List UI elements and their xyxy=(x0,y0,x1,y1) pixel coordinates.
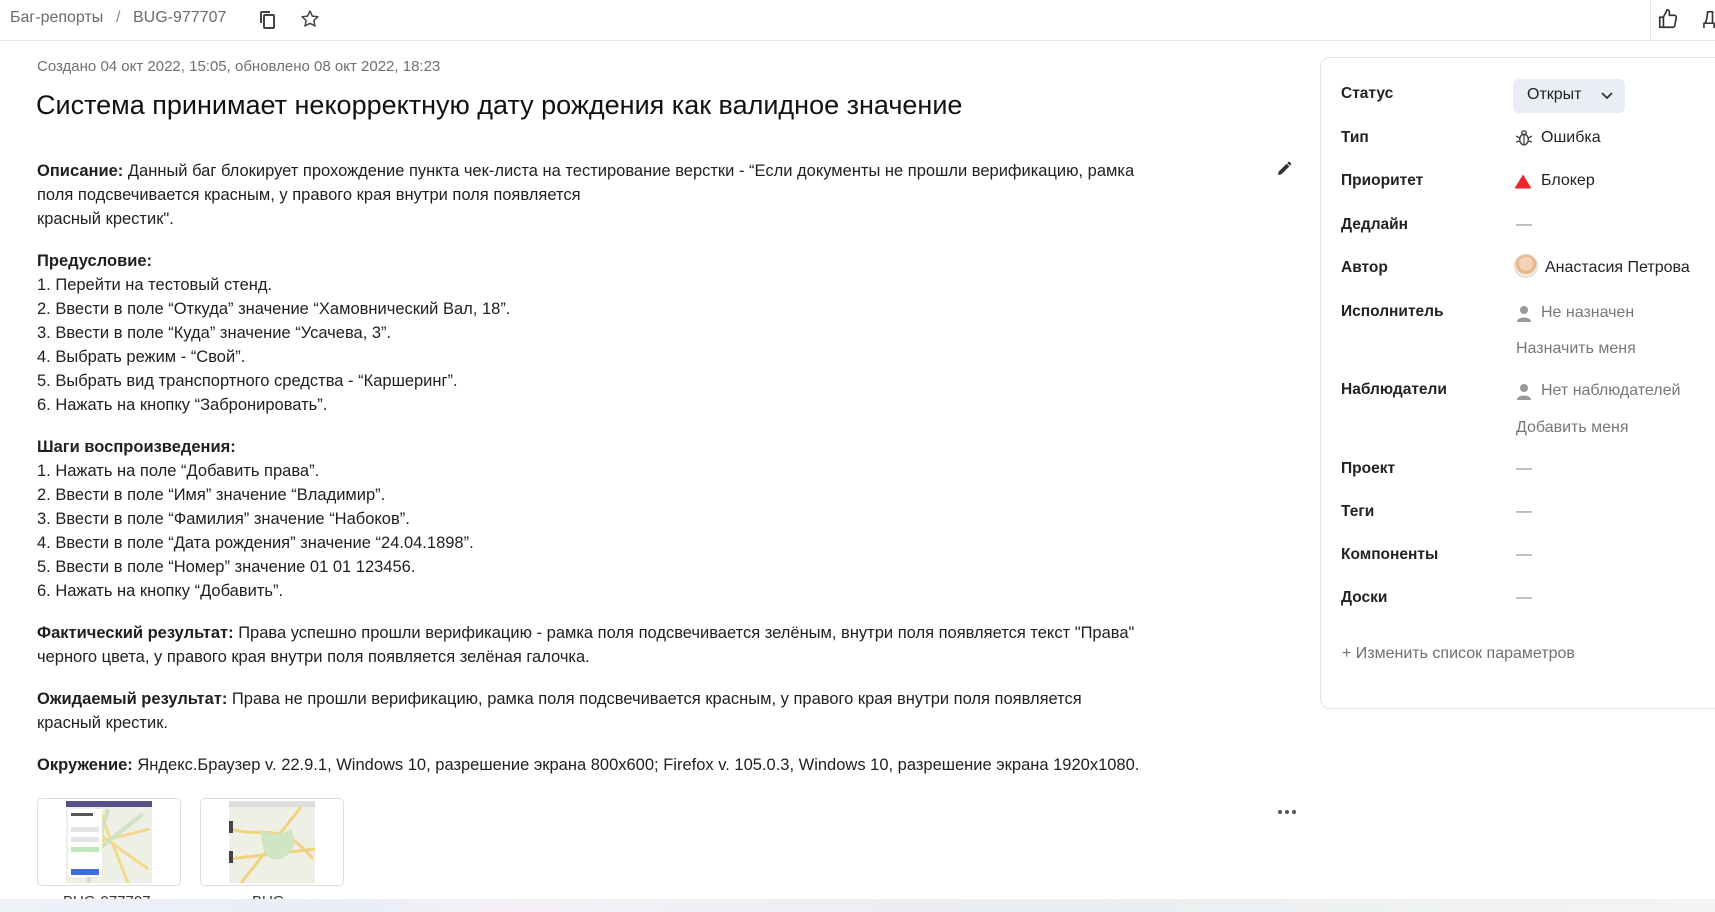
priority-value[interactable]: Блокер xyxy=(1541,172,1595,190)
thumbs-up-icon[interactable] xyxy=(1657,8,1679,30)
top-bar: Баг-репорты / BUG-977707 Д xyxy=(0,0,1715,41)
bug-icon xyxy=(1515,130,1533,146)
environment-text: Яндекс.Браузер v. 22.9.1, Windows 10, ра… xyxy=(132,756,1140,774)
boards-value[interactable]: — xyxy=(1516,589,1532,607)
attachment-preview-image xyxy=(66,801,152,884)
deadline-value[interactable]: — xyxy=(1516,216,1532,234)
precondition-step: 3. Ввести в поле “Куда” значение “Усачев… xyxy=(37,324,392,342)
action-button-truncated[interactable]: Д xyxy=(1703,8,1715,29)
description-paragraph: Описание: Данный баг блокирует прохожден… xyxy=(37,159,1257,183)
description-label: Описание: xyxy=(37,162,124,180)
user-icon xyxy=(1517,384,1531,400)
boards-label: Доски xyxy=(1341,589,1388,606)
deadline-label: Дедлайн xyxy=(1341,216,1409,233)
components-value[interactable]: — xyxy=(1516,546,1532,564)
star-icon[interactable] xyxy=(300,9,320,29)
issue-title: Система принимает некорректную дату рожд… xyxy=(36,90,963,120)
bottom-strip xyxy=(0,899,1715,912)
priority-label: Приоритет xyxy=(1341,172,1424,189)
precondition-step: 5. Выбрать вид транспортного средства - … xyxy=(37,372,458,390)
edit-params-button[interactable]: + Изменить список параметров xyxy=(1342,645,1575,663)
reproduction-step: 2. Ввести в поле “Имя” значение “Владими… xyxy=(37,486,386,504)
assign-me-link[interactable]: Назначить меня xyxy=(1516,340,1636,358)
chevron-down-icon xyxy=(1601,92,1613,100)
attachment-thumbnail[interactable] xyxy=(200,798,344,886)
project-value[interactable]: — xyxy=(1516,460,1532,478)
precondition-step: 4. Выбрать режим - “Свой”. xyxy=(37,348,246,366)
precondition-label: Предусловие: xyxy=(37,252,153,270)
expected-result-text: Права не прошли верификацию, рамка поля … xyxy=(227,690,1082,708)
watchers-label: Наблюдатели xyxy=(1341,381,1447,398)
assignee-value: Не назначен xyxy=(1541,304,1635,321)
reproduction-step: 6. Нажать на кнопку “Добавить”. xyxy=(37,582,284,600)
expected-result-text-line2: красный крестик. xyxy=(37,714,168,732)
project-label: Проект xyxy=(1341,460,1396,477)
precondition-step: 6. Нажать на кнопку “Забронировать”. xyxy=(37,396,328,414)
priority-blocker-icon xyxy=(1514,174,1532,189)
description-text-line2: поля подсвечивается красным, у правого к… xyxy=(37,186,581,204)
status-label: Статус xyxy=(1341,85,1394,102)
attachment-thumbnail[interactable] xyxy=(37,798,181,886)
user-icon xyxy=(1517,306,1531,322)
tags-value[interactable]: — xyxy=(1516,503,1532,521)
breadcrumb-issue-key[interactable]: BUG-977707 xyxy=(133,9,226,27)
actual-result-label: Фактический результат: xyxy=(37,624,234,642)
description-text: Данный баг блокирует прохождение пункта … xyxy=(123,162,1135,180)
author-value[interactable]: Анастасия Петрова xyxy=(1545,259,1690,277)
actual-result-text-line2: черного цвета, у правого края внутри пол… xyxy=(37,648,590,666)
reproduction-step: 3. Ввести в поле “Фамилия” значение “Наб… xyxy=(37,510,410,528)
status-value: Открыт xyxy=(1527,86,1582,103)
reproduction-step: 4. Ввести в поле “Дата рождения” значени… xyxy=(37,534,474,552)
issue-meta: Создано 04 окт 2022, 15:05, обновлено 08… xyxy=(37,58,441,75)
description-text-line3: красный крестик". xyxy=(37,210,174,228)
reproduction-step: 5. Ввести в поле “Номер” значение 01 01 … xyxy=(37,558,416,576)
steps-label: Шаги воспроизведения: xyxy=(37,438,236,456)
divider xyxy=(1650,0,1651,40)
add-me-link[interactable]: Добавить меня xyxy=(1516,419,1629,437)
environment-label: Окружение: xyxy=(37,756,133,774)
reproduction-step: 1. Нажать на поле “Добавить права”. xyxy=(37,462,320,480)
type-label: Тип xyxy=(1341,129,1369,146)
watchers-value: Нет наблюдателей xyxy=(1541,382,1681,399)
precondition-step: 2. Ввести в поле “Откуда” значение “Хамо… xyxy=(37,300,511,318)
expected-result-label: Ожидаемый результат: xyxy=(37,690,228,708)
actual-result-text: Права успешно прошли верификацию - рамка… xyxy=(233,624,1135,642)
breadcrumb-section-link[interactable]: Баг-репорты xyxy=(10,9,103,27)
avatar xyxy=(1514,254,1538,278)
precondition-step: 1. Перейти на тестовый стенд. xyxy=(37,276,273,294)
assignee-label: Исполнитель xyxy=(1341,303,1444,320)
components-label: Компоненты xyxy=(1341,546,1439,563)
issue-description: Описание: Данный баг блокирует прохожден… xyxy=(37,159,1257,777)
breadcrumb-separator: / xyxy=(116,9,121,26)
type-value[interactable]: Ошибка xyxy=(1541,129,1601,147)
more-options-icon[interactable] xyxy=(1276,806,1298,818)
tags-label: Теги xyxy=(1341,503,1375,520)
attachment-preview-image xyxy=(228,801,316,884)
status-dropdown[interactable]: Открыт xyxy=(1513,79,1625,113)
copy-icon[interactable] xyxy=(259,10,277,30)
edit-description-icon[interactable] xyxy=(1276,161,1292,177)
author-label: Автор xyxy=(1341,259,1388,276)
